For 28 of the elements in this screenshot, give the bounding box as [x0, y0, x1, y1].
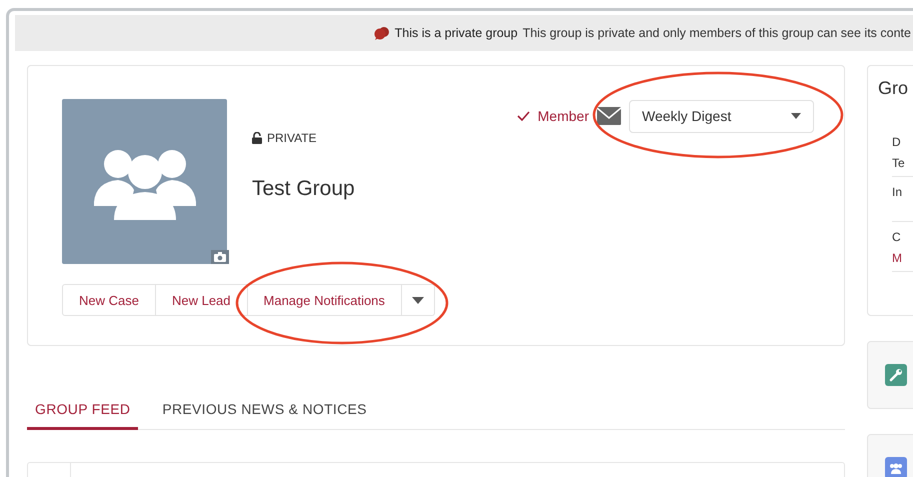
check-icon	[516, 111, 530, 121]
more-actions-button[interactable]	[402, 284, 435, 316]
member-label: Member	[538, 108, 589, 124]
caret-icon	[791, 113, 801, 119]
lock-icon	[252, 132, 262, 144]
tab[interactable]: GROUP FEED	[27, 401, 138, 430]
action-button[interactable]: New Lead	[156, 284, 248, 316]
banner-text: This group is private and only members of this group can see its conte	[522, 26, 911, 40]
camera-icon[interactable]	[211, 250, 229, 264]
people-icon[interactable]	[885, 457, 907, 477]
field-label: In	[892, 185, 904, 199]
side-title: Gro	[878, 78, 910, 99]
caret-icon	[412, 296, 424, 304]
field-value: Te	[892, 156, 906, 170]
banner-title: This is a private group	[394, 26, 518, 40]
tab[interactable]: PREVIOUS NEWS & NOTICES	[154, 401, 375, 430]
action-button[interactable]: Manage Notifications	[248, 284, 402, 316]
group-name: Test Group	[252, 177, 356, 201]
group-avatar[interactable]	[62, 99, 227, 264]
chat-bubbles-icon	[374, 26, 390, 40]
field-label: D	[892, 135, 902, 149]
action-button[interactable]: New Case	[62, 284, 156, 316]
notification-select[interactable]: Weekly Digest	[629, 100, 814, 132]
mail-icon	[597, 107, 621, 125]
privacy-label: PRIVATE	[267, 131, 317, 145]
field-link[interactable]: M	[892, 251, 913, 265]
wrench-icon[interactable]	[885, 364, 907, 386]
field-label: C	[892, 230, 902, 244]
